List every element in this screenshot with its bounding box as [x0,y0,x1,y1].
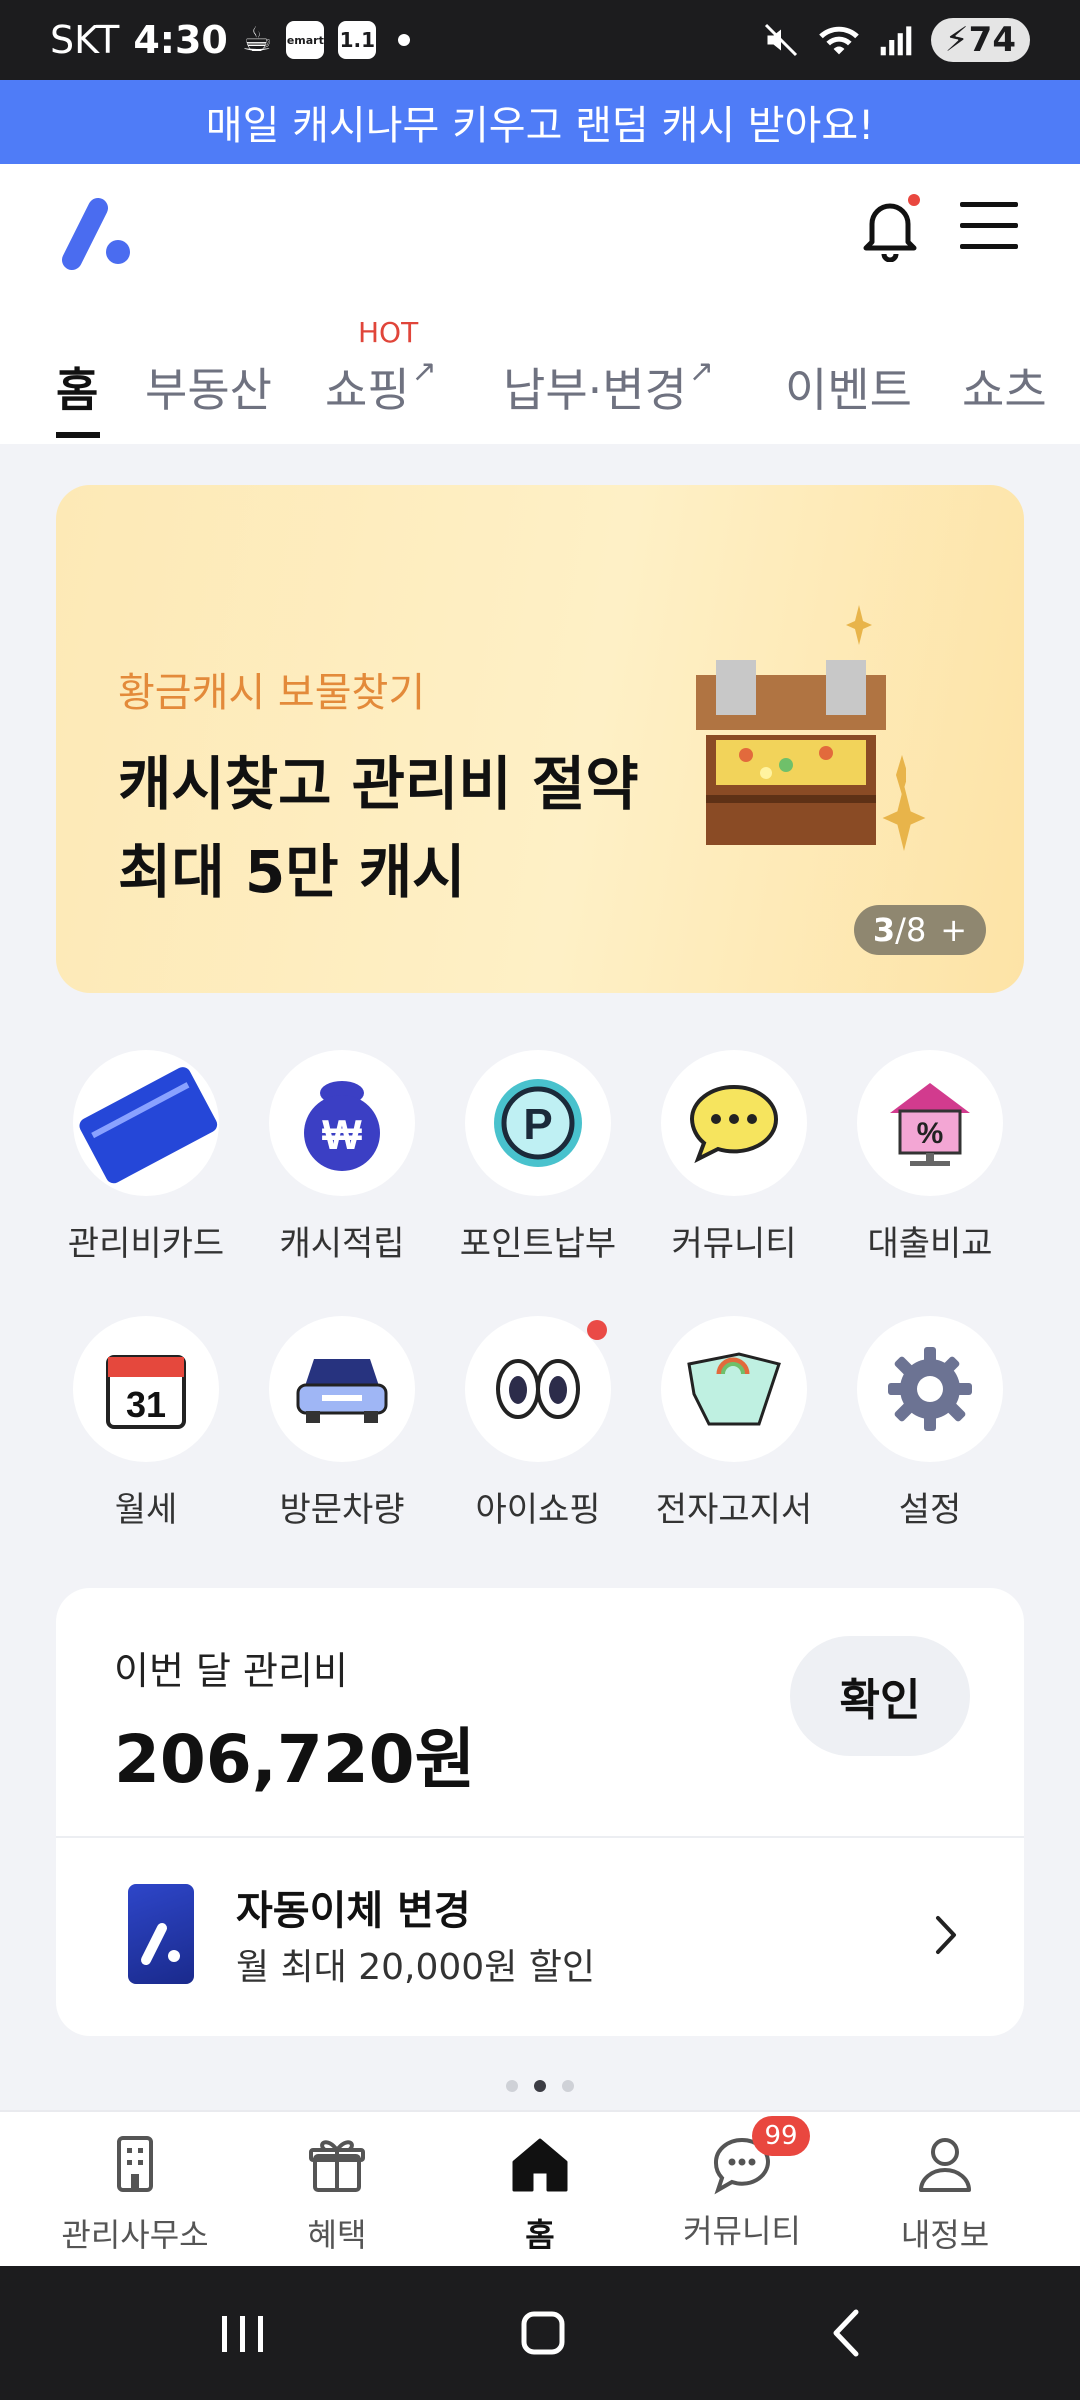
system-navigation-bar [0,2266,1080,2400]
eyes-icon [465,1316,611,1462]
shortcut-loan-compare[interactable]: % 대출비교 [832,1050,1028,1265]
chat-bubble-icon [661,1050,807,1196]
building-icon [117,2136,153,2192]
battery-indicator: ⚡74 [930,18,1030,62]
shortcut-eye-shopping[interactable]: 아이쇼핑 [440,1316,636,1531]
nav-management-office[interactable]: 관리사무소 [30,2132,240,2256]
tab-shopping[interactable]: 쇼핑↗ [325,354,437,420]
shortcut-cash-saving[interactable]: ₩ 캐시적립 [244,1050,440,1265]
hot-badge: HOT [358,316,419,349]
calendar-icon: 31 [73,1316,219,1462]
card-icon [73,1050,219,1196]
calendar-day: 31 [126,1384,166,1425]
clock: 4:30 [133,18,228,62]
emart-icon: emart [286,21,325,59]
fee-amount: 206,720원 [114,1721,476,1798]
battery-level: 74 [968,20,1016,60]
car-icon [269,1316,415,1462]
pager-dot-active [534,2080,546,2092]
promo-banner[interactable]: 매일 캐시나무 키우고 랜덤 캐시 받아요! [0,80,1080,164]
hero-title: 캐시찾고 관리비 절약 최대 5만 캐시 [118,750,639,906]
shortcut-visitor-car[interactable]: 방문차량 [244,1316,440,1531]
notification-bell-icon[interactable] [858,192,922,262]
treasure-chest-icon [696,660,906,845]
category-tabs: HOT 홈 부동산 쇼핑↗ 납부·변경↗ 이벤트 쇼츠 [0,314,1080,444]
nav-my-info[interactable]: 내정보 [840,2132,1050,2256]
person-icon [919,2138,971,2192]
new-dot [587,1320,607,1340]
svg-text:%: % [917,1117,944,1150]
signal-icon [880,26,912,56]
menu-hamburger-icon[interactable] [960,200,1018,252]
shortcut-monthly-rent[interactable]: 31 월세 [48,1316,244,1531]
monthly-fee-card: 이번 달 관리비 206,720원 확인 자동이체 변경 월 최대 20,000… [56,1588,1024,2036]
tab-payment-change[interactable]: 납부·변경↗ [503,354,714,420]
money-bag-icon: ₩ [269,1050,415,1196]
shortcut-community[interactable]: 커뮤니티 [636,1050,832,1265]
bottom-navigation: 관리사무소 혜택 홈 99 커뮤니티 내정보 [0,2110,1080,2266]
hero-subtitle: 황금캐시 보물찾기 [118,670,426,716]
coffee-icon: ☕ [241,20,273,60]
tab-home[interactable]: 홈 [56,354,98,420]
credit-card-icon [128,1884,194,1984]
promo-banner-text: 매일 캐시나무 키우고 랜덤 캐시 받아요! [205,103,875,149]
bill-icon [661,1316,807,1462]
external-link-icon: ↗ [688,354,715,389]
back-icon[interactable] [812,2298,882,2368]
app-notification-icon: 1.1 [338,21,377,59]
tab-shorts[interactable]: 쇼츠 [962,354,1047,420]
more-notifications-dot [398,34,411,46]
auto-transfer-title: 자동이체 변경 [236,1888,471,1934]
fee-title: 이번 달 관리비 [114,1649,348,1693]
shortcut-settings[interactable]: 설정 [832,1316,1028,1531]
wifi-icon [818,26,859,55]
hero-carousel-card[interactable]: 황금캐시 보물찾기 캐시찾고 관리비 절약 최대 5만 캐시 3/8 + [56,485,1024,993]
notification-count-badge: 99 [752,2116,810,2156]
svg-text:₩: ₩ [322,1111,362,1158]
auto-transfer-subtitle: 월 최대 20,000원 할인 [236,1947,596,1988]
tab-events[interactable]: 이벤트 [785,354,912,420]
sparkle-icon [882,785,926,851]
svg-text:P: P [523,1100,552,1149]
status-bar: SKT 4:30 ☕ emart 1.1 ⚡74 [0,0,1080,80]
gift-icon [309,2140,365,2192]
gear-icon [857,1316,1003,1462]
chevron-right-icon [936,1916,956,1954]
nav-benefits[interactable]: 혜택 [232,2132,442,2256]
app-logo[interactable] [58,194,138,274]
shortcut-e-bill[interactable]: 전자고지서 [636,1316,832,1531]
point-coin-icon: P [465,1050,611,1196]
carrier-label: SKT [50,18,120,62]
home-button-icon[interactable] [508,2298,578,2368]
pager-dot [506,2080,518,2092]
nav-community[interactable]: 99 커뮤니티 [637,2116,847,2252]
plus-icon: + [940,911,968,949]
app-header: HOT 홈 부동산 쇼핑↗ 납부·변경↗ 이벤트 쇼츠 [0,164,1080,444]
sparkle-icon [846,605,872,645]
tab-real-estate[interactable]: 부동산 [145,354,272,420]
home-icon [512,2138,568,2192]
active-tab-indicator [56,432,100,438]
confirm-fee-button[interactable]: 확인 [790,1636,970,1756]
recent-apps-icon[interactable] [208,2298,278,2368]
carousel-counter[interactable]: 3/8 + [854,905,986,955]
auto-transfer-row[interactable]: 자동이체 변경 월 최대 20,000원 할인 [56,1838,1024,2036]
shortcut-fee-card[interactable]: 관리비카드 [48,1050,244,1265]
pager-dots [0,2080,1080,2092]
community-chat-icon: 99 [710,2116,810,2196]
external-link-icon: ↗ [411,354,437,389]
loan-house-icon: % [857,1050,1003,1196]
nav-home[interactable]: 홈 [435,2132,645,2256]
shortcut-point-payment[interactable]: P 포인트납부 [440,1050,636,1265]
mute-icon [764,23,797,57]
pager-dot [562,2080,574,2092]
